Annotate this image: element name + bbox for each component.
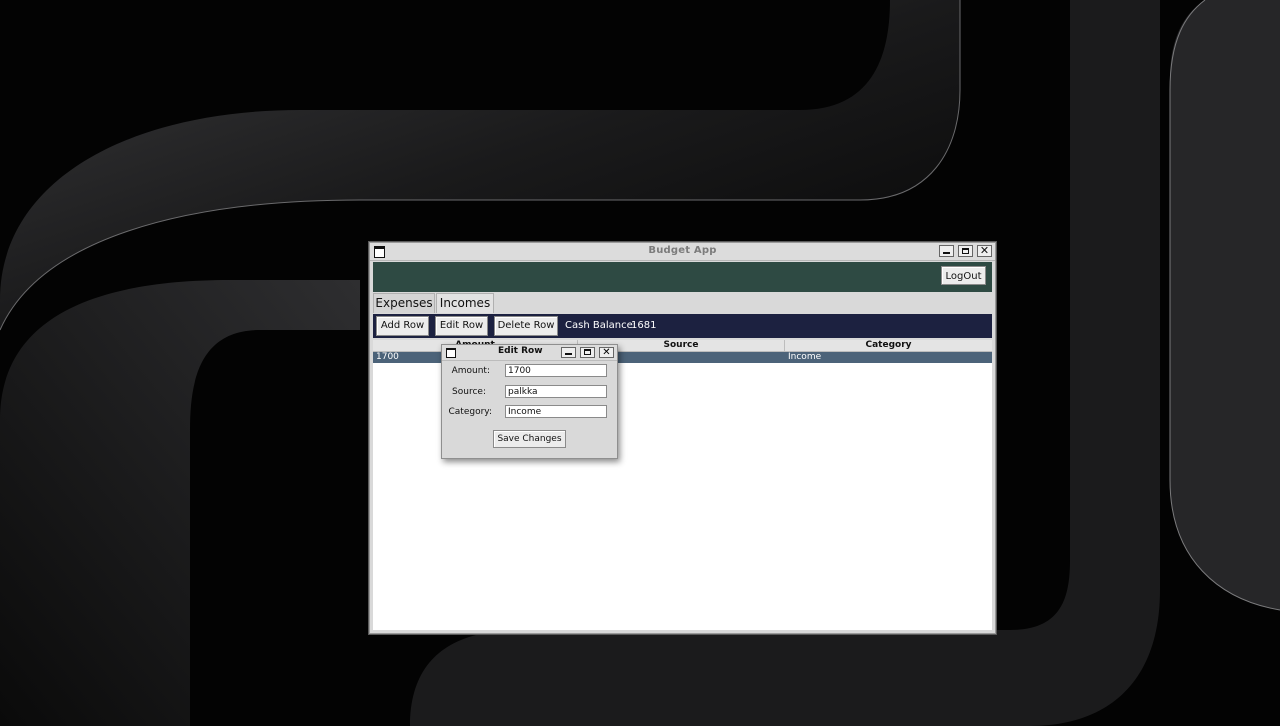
toolbar: Add Row Edit Row Delete Row Cash Balance… (373, 314, 992, 338)
logout-button[interactable]: LogOut (941, 266, 986, 285)
edit-row-button[interactable]: Edit Row (435, 316, 488, 336)
dialog-maximize-button[interactable] (580, 347, 595, 358)
maximize-icon (584, 349, 591, 355)
source-field[interactable] (505, 385, 607, 398)
cash-balance-label: Cash Balance: (565, 320, 637, 331)
delete-row-button[interactable]: Delete Row (494, 316, 558, 336)
category-label: Category: (448, 407, 493, 417)
column-header-category[interactable]: Category (785, 340, 992, 351)
source-label: Source: (452, 387, 486, 397)
header-bar: LogOut (373, 262, 992, 292)
dialog-close-button[interactable]: ✕ (599, 347, 614, 358)
close-icon: ✕ (602, 347, 611, 358)
dialog-titlebar[interactable]: Edit Row ✕ (442, 345, 617, 361)
maximize-button[interactable] (958, 245, 973, 257)
dialog-title: Edit Row (498, 346, 543, 356)
tab-incomes[interactable]: Incomes (436, 293, 494, 313)
edit-row-dialog: Edit Row ✕ Amount: Source: Category: Sav… (441, 344, 618, 459)
dialog-minimize-button[interactable] (561, 347, 576, 358)
dialog-menu-icon[interactable] (446, 348, 456, 358)
cell-category: Income (788, 352, 822, 362)
amount-field[interactable] (505, 364, 607, 377)
cash-balance-value: 1681 (631, 320, 657, 331)
close-icon: ✕ (979, 244, 990, 257)
minimize-icon (943, 252, 950, 254)
close-button[interactable]: ✕ (977, 245, 992, 257)
minimize-button[interactable] (939, 245, 954, 257)
tab-expenses[interactable]: Expenses (373, 293, 435, 313)
window-title: Budget App (648, 245, 717, 256)
amount-label: Amount: (451, 366, 490, 376)
category-field[interactable] (505, 405, 607, 418)
add-row-button[interactable]: Add Row (376, 316, 429, 336)
minimize-icon (565, 353, 572, 355)
window-titlebar[interactable]: Budget App ✕ (370, 243, 995, 261)
cell-amount: 1700 (376, 352, 399, 362)
save-changes-button[interactable]: Save Changes (493, 430, 566, 448)
maximize-icon (962, 248, 969, 254)
